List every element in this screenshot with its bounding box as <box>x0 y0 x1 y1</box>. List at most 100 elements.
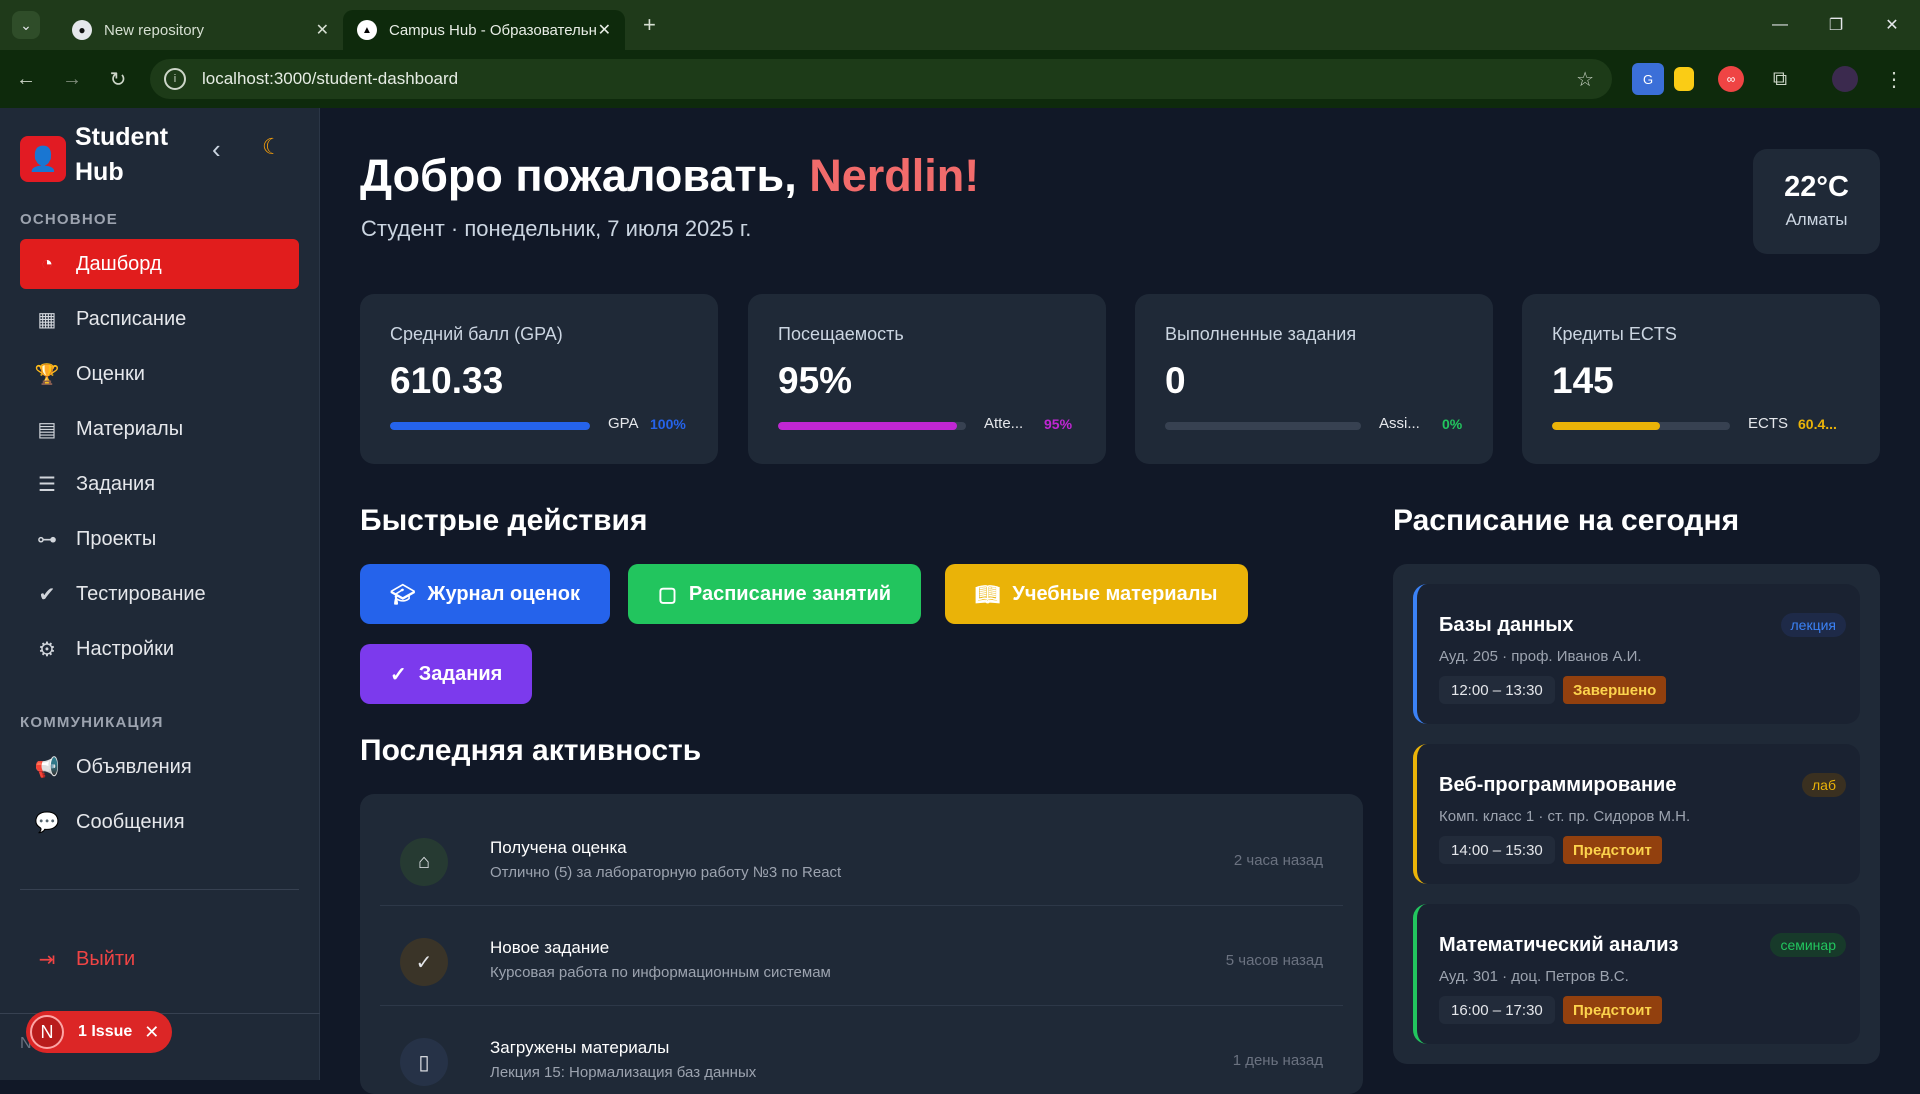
class-room: Ауд. 205 · проф. Иванов А.И. <box>1439 648 1642 665</box>
list-item[interactable]: ▯ Загружены материалы Лекция 15: Нормали… <box>380 1014 1343 1094</box>
nav-label: Проекты <box>76 527 157 550</box>
user-name: Nerdlin! <box>809 150 980 201</box>
class-item[interactable]: Базы данных лекция Ауд. 205 · проф. Иван… <box>1413 584 1860 724</box>
new-tab-button[interactable]: + <box>643 12 656 38</box>
class-item[interactable]: Веб-программирование лаб Комп. класс 1 ·… <box>1413 744 1860 884</box>
nav-materials[interactable]: ▤ Материалы <box>20 404 299 454</box>
restore-icon[interactable]: ❐ <box>1808 15 1864 35</box>
theme-toggle-moon-icon[interactable]: ☾ <box>262 134 282 160</box>
back-icon[interactable]: ← <box>6 68 46 91</box>
stat-card-attendance: Посещаемость 95% Atte... 95% <box>748 294 1106 464</box>
clipboard-check-icon: ✔ <box>38 583 56 606</box>
stat-tag: ECTS <box>1748 415 1789 432</box>
nextjs-issues-badge[interactable]: N 1 Issue ✕ <box>26 1011 172 1053</box>
nav-dashboard[interactable]: ◔ Дашборд <box>20 239 299 289</box>
collapse-sidebar-icon[interactable]: ‹ <box>212 134 221 165</box>
weather-city: Алматы <box>1785 210 1848 229</box>
stat-label: Средний балл (GPA) <box>390 324 563 344</box>
class-item[interactable]: Математический анализ семинар Ауд. 301 ·… <box>1413 904 1860 1044</box>
nav-projects[interactable]: ⊶ Проекты <box>20 514 299 564</box>
minimize-icon[interactable]: — <box>1752 16 1808 34</box>
megaphone-icon: 📢 <box>34 756 60 779</box>
activity-title: Новое задание <box>490 938 610 957</box>
button-label: Журнал оценок <box>427 582 580 605</box>
open-book-icon: 📖︎ <box>975 583 1001 606</box>
weather-temp: 22°C <box>1784 171 1849 203</box>
activity-time: 2 часа назад <box>1233 852 1323 869</box>
chat-icon: 💬 <box>34 811 60 834</box>
assignments-button[interactable]: ✓ Задания <box>360 644 533 704</box>
activity-desc: Лекция 15: Нормализация баз данных <box>490 1064 757 1081</box>
nav-grades[interactable]: 🏆 Оценки <box>20 349 299 399</box>
class-name: Веб-программирование <box>1439 774 1677 796</box>
close-window-icon[interactable]: ✕ <box>1864 15 1920 35</box>
tab-title: Campus Hub - Образовательн <box>389 21 597 39</box>
activity-desc: Отлично (5) за лабораторную работу №3 по… <box>490 864 842 881</box>
bookmark-star-icon[interactable]: ☆ <box>1576 67 1594 92</box>
close-tab-icon[interactable]: ✕ <box>316 20 329 40</box>
address-bar[interactable]: i localhost:3000/student-dashboard ☆ <box>150 59 1612 99</box>
section-label-communication: КОММУНИКАЦИЯ <box>20 714 164 731</box>
github-icon: ● <box>72 20 92 40</box>
logout-button[interactable]: ⇥ Выйти <box>20 934 299 984</box>
class-name: Базы данных <box>1439 614 1574 636</box>
tab-search-button[interactable]: ⌄ <box>12 11 40 39</box>
brand-name: Student Hub <box>75 120 195 190</box>
brand-line2: Hub <box>75 158 124 186</box>
class-time: 12:00 – 13:30 <box>1439 676 1555 704</box>
stat-label: Выполненные задания <box>1165 324 1357 344</box>
activity-time: 5 часов назад <box>1225 952 1323 969</box>
welcome-heading: Добро пожаловать, Nerdlin! <box>360 150 979 202</box>
brand-line1: Student <box>75 123 169 151</box>
translate-extension-icon[interactable]: G <box>1632 63 1664 95</box>
nav-announcements[interactable]: 📢 Объявления <box>20 742 299 792</box>
class-time: 14:00 – 15:30 <box>1439 836 1555 864</box>
nav-messages[interactable]: 💬 Сообщения <box>20 797 299 847</box>
stat-value: 95% <box>778 360 853 401</box>
reload-icon[interactable]: ↻ <box>98 67 138 92</box>
class-room: Комп. класс 1 · ст. пр. Сидоров М.Н. <box>1439 808 1691 825</box>
window-controls: — ❐ ✕ <box>1752 0 1920 50</box>
nav-assignments[interactable]: ☰ Задания <box>20 459 299 509</box>
extensions-puzzle-icon[interactable]: ⧉ <box>1764 63 1796 95</box>
stat-tag: Atte... <box>984 415 1024 432</box>
forward-icon[interactable]: → <box>52 68 92 91</box>
student-logo-icon: 👤 <box>20 136 66 182</box>
dashboard-icon: ◔ <box>40 252 54 275</box>
stat-percent: 95% <box>1044 416 1073 432</box>
close-issue-icon[interactable]: ✕ <box>144 1022 159 1043</box>
sidebar-divider <box>20 889 299 890</box>
browser-menu-icon[interactable]: ⋮ <box>1878 63 1910 95</box>
nav-testing[interactable]: ✔ Тестирование <box>20 569 299 619</box>
nav-schedule[interactable]: ▦ Расписание <box>20 294 299 344</box>
nav-label: Сообщения <box>76 810 185 833</box>
class-schedule-button[interactable]: ▢ Расписание занятий <box>628 564 922 624</box>
activity-list: ⌂ Получена оценка Отлично (5) за лаборат… <box>360 794 1363 1094</box>
extension-yellow-icon[interactable] <box>1674 67 1694 91</box>
browser-tab-new-repository[interactable]: ● New repository ✕ <box>58 10 343 50</box>
welcome-subtitle: Студент · понедельник, 7 июля 2025 г. <box>361 216 752 241</box>
graduation-cap-icon: ⌂ <box>400 838 448 886</box>
profile-avatar[interactable] <box>1832 66 1858 92</box>
browser-tab-campus-hub[interactable]: ▲ Campus Hub - Образовательн ✕ <box>343 10 625 50</box>
book-icon: ▤ <box>37 418 57 441</box>
site-info-icon[interactable]: i <box>164 68 186 90</box>
browser-toolbar: ← → ↻ i localhost:3000/student-dashboard… <box>0 50 1920 108</box>
study-materials-button[interactable]: 📖︎ Учебные материалы <box>945 564 1248 624</box>
browser-tab-bar: ⌄ ● New repository ✕ ▲ Campus Hub - Обра… <box>0 0 1920 50</box>
welcome-prefix: Добро пожаловать, <box>360 150 810 201</box>
close-tab-icon[interactable]: ✕ <box>598 20 611 40</box>
brand: 👤 Student Hub <box>20 120 195 190</box>
logout-icon: ⇥ <box>38 948 56 971</box>
sidebar: 👤 Student Hub ‹ ☾ ОСНОВНОЕ ◔ Дашборд ▦ Р… <box>0 108 320 1080</box>
vercel-icon: ▲ <box>357 20 377 40</box>
grade-journal-button[interactable]: 🎓︎ Журнал оценок <box>360 564 610 624</box>
check-circle-icon: ✓ <box>390 663 407 686</box>
list-item[interactable]: ⌂ Получена оценка Отлично (5) за лаборат… <box>380 814 1343 906</box>
activity-desc: Курсовая работа по информационным систем… <box>490 964 831 981</box>
list-item[interactable]: ✓ Новое задание Курсовая работа по инфор… <box>380 914 1343 1006</box>
tab-title: New repository <box>104 21 205 39</box>
extension-red-icon[interactable]: ∞ <box>1718 66 1744 92</box>
nav-settings[interactable]: ⚙ Настройки <box>20 624 299 674</box>
check-circle-icon: ✓ <box>400 938 448 986</box>
